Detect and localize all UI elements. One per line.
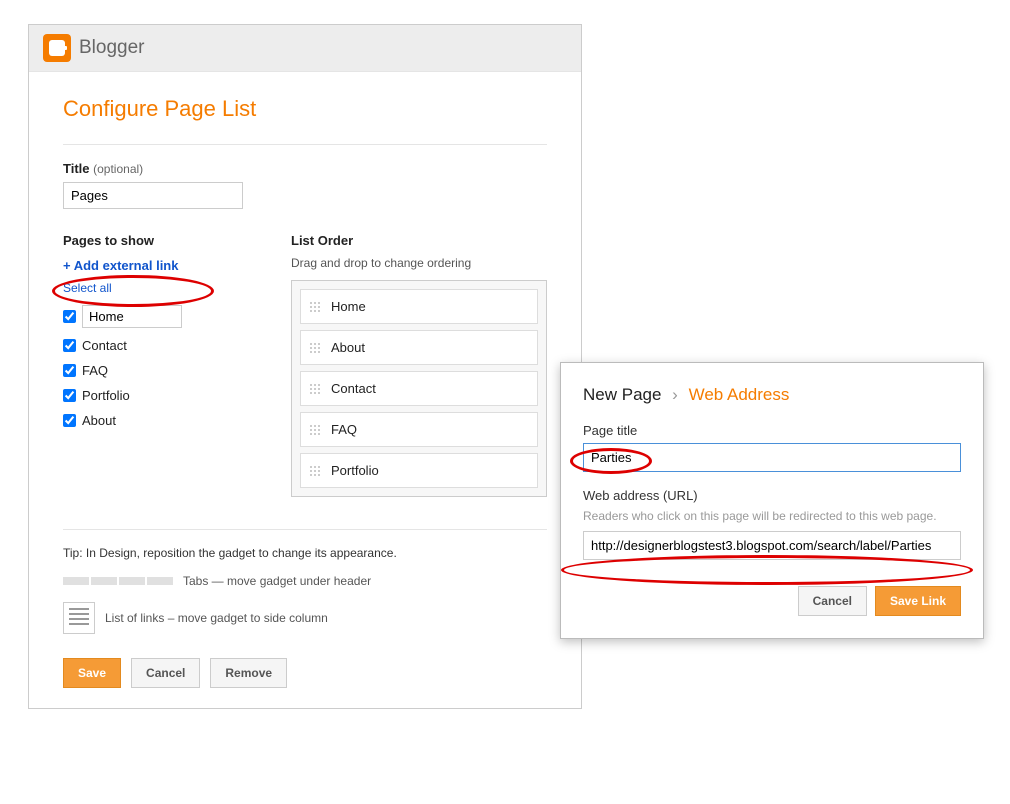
save-link-button[interactable]: Save Link — [875, 586, 961, 616]
web-address-input[interactable] — [583, 531, 961, 560]
breadcrumb-separator: › — [672, 385, 678, 404]
pages-to-show-heading: Pages to show — [63, 233, 253, 248]
web-address-hint: Readers who click on this page will be r… — [583, 508, 961, 525]
popup-cancel-button[interactable]: Cancel — [798, 586, 867, 616]
list-order-hint: Drag and drop to change ordering — [291, 256, 547, 270]
popup-new-page: New Page — [583, 385, 661, 404]
order-item[interactable]: Home — [300, 289, 538, 324]
save-button[interactable]: Save — [63, 658, 121, 688]
drag-handle-icon[interactable] — [309, 301, 321, 313]
remove-button[interactable]: Remove — [210, 658, 287, 688]
blogger-logo-icon — [43, 34, 71, 62]
cancel-button[interactable]: Cancel — [131, 658, 200, 688]
web-address-label: Web address (URL) — [583, 488, 961, 503]
header-bar: Blogger — [29, 25, 581, 72]
order-item-label: Contact — [331, 381, 376, 396]
links-preview-icon — [63, 602, 95, 634]
checkbox-label: FAQ — [82, 363, 108, 378]
home-text-input[interactable] — [82, 305, 182, 328]
tip-text: Tip: In Design, reposition the gadget to… — [63, 546, 547, 560]
checkbox-contact[interactable] — [63, 339, 76, 352]
title-input[interactable] — [63, 182, 243, 209]
tabs-description: Tabs — move gadget under header — [183, 574, 371, 588]
checkbox-label: Portfolio — [82, 388, 130, 403]
drag-handle-icon[interactable] — [309, 465, 321, 477]
order-item-label: About — [331, 340, 365, 355]
order-item[interactable]: About — [300, 330, 538, 365]
checkbox-faq[interactable] — [63, 364, 76, 377]
order-list: Home About Contact FAQ Portfolio — [291, 280, 547, 497]
checkbox-portfolio[interactable] — [63, 389, 76, 402]
page-title: Configure Page List — [63, 96, 547, 122]
popup-heading: New Page › Web Address — [583, 385, 961, 405]
new-page-popup: New Page › Web Address Page title Web ad… — [560, 362, 984, 639]
order-item[interactable]: FAQ — [300, 412, 538, 447]
drag-handle-icon[interactable] — [309, 383, 321, 395]
drag-handle-icon[interactable] — [309, 424, 321, 436]
drag-handle-icon[interactable] — [309, 342, 321, 354]
links-description: List of links – move gadget to side colu… — [105, 611, 328, 625]
title-label: Title — [63, 161, 90, 176]
add-external-link[interactable]: + Add external link — [63, 258, 253, 273]
page-title-label: Page title — [583, 423, 961, 438]
page-title-input[interactable] — [583, 443, 961, 472]
list-order-heading: List Order — [291, 233, 547, 248]
title-optional: (optional) — [93, 162, 143, 176]
select-all-link[interactable]: Select all — [63, 281, 253, 295]
order-item[interactable]: Contact — [300, 371, 538, 406]
tabs-preview-icon — [63, 577, 173, 585]
checkbox-home[interactable] — [63, 310, 76, 323]
brand-name: Blogger — [79, 37, 145, 59]
popup-web-address: Web Address — [689, 385, 790, 404]
checkbox-label: About — [82, 413, 116, 428]
configure-page-list-dialog: Blogger Configure Page List Title (optio… — [28, 24, 582, 709]
order-item-label: Home — [331, 299, 366, 314]
checkbox-label: Contact — [82, 338, 127, 353]
checkbox-about[interactable] — [63, 414, 76, 427]
order-item-label: Portfolio — [331, 463, 379, 478]
order-item[interactable]: Portfolio — [300, 453, 538, 488]
order-item-label: FAQ — [331, 422, 357, 437]
